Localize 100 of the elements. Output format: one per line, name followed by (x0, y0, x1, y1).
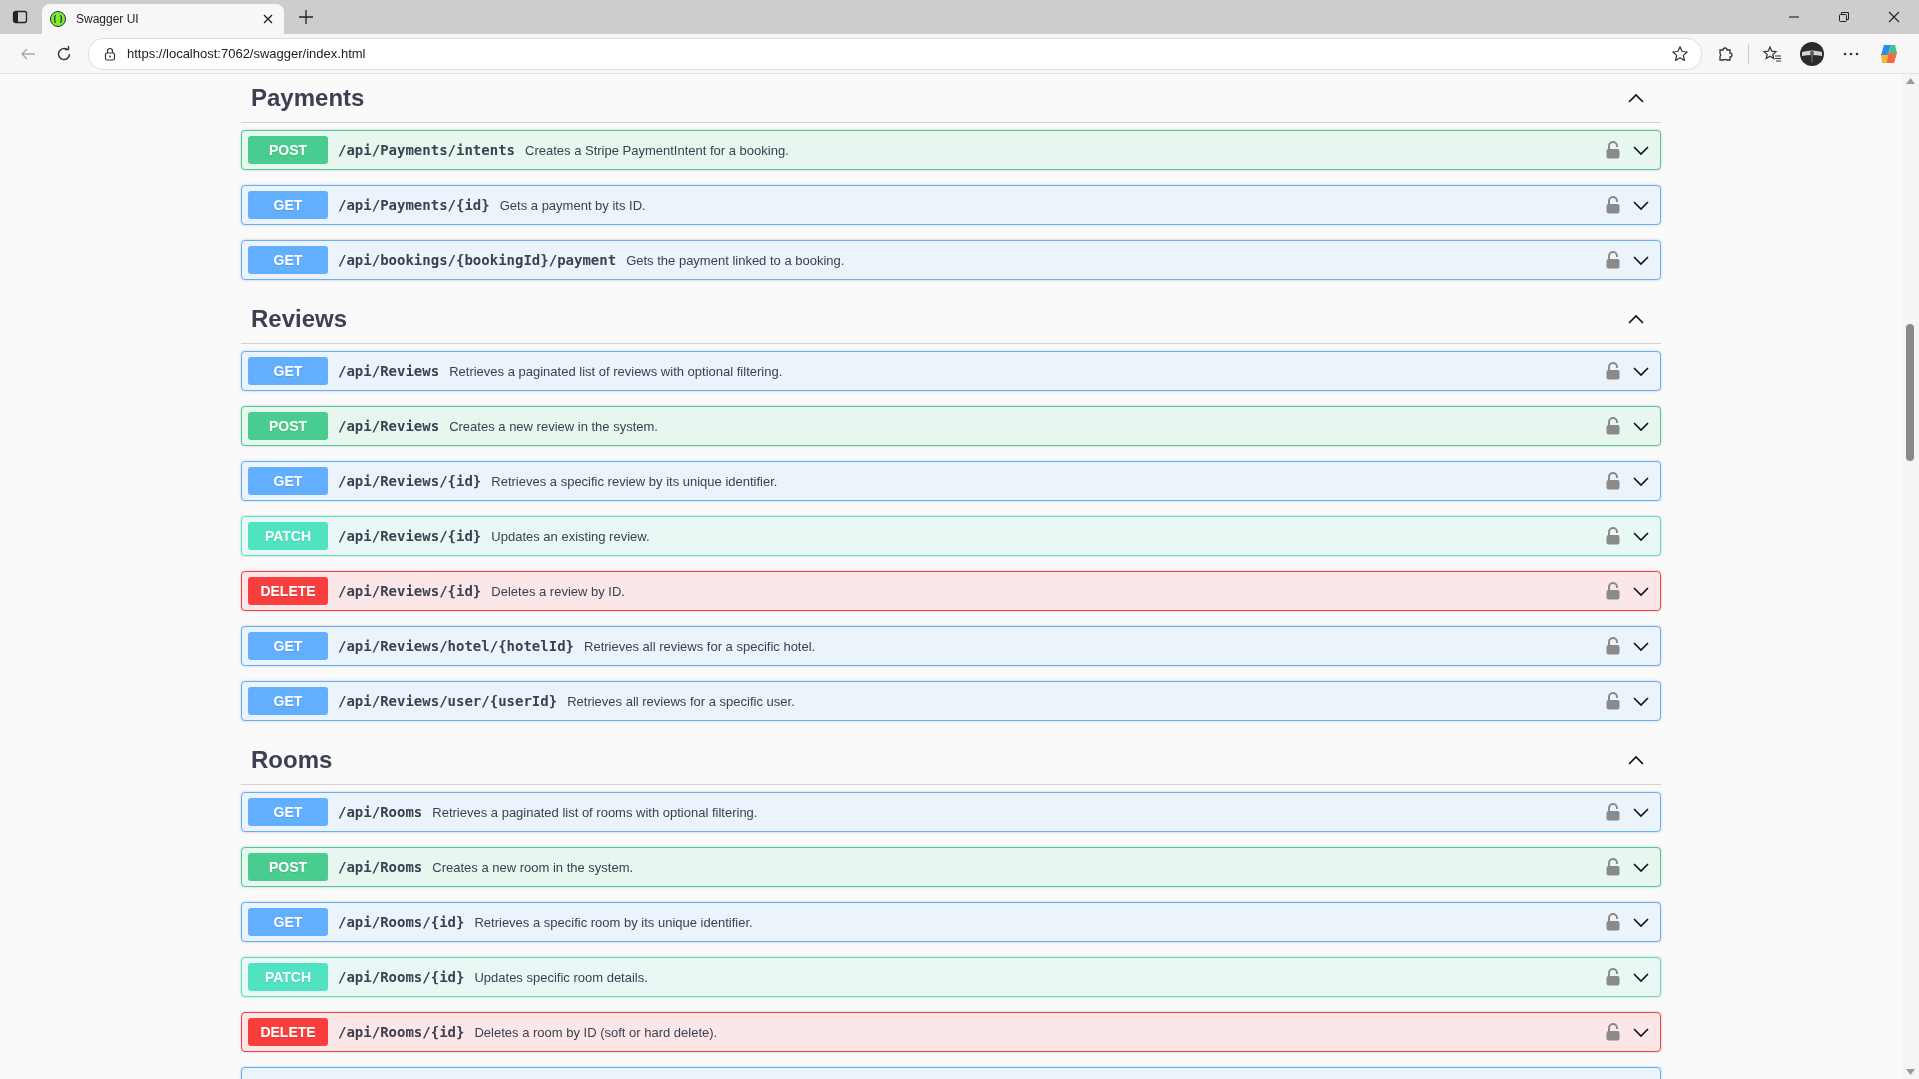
chevron-icon (1632, 530, 1650, 542)
endpoint-path: /api/Reviews/hotel/{hotelId} (338, 638, 574, 654)
padlock-icon[interactable] (1606, 803, 1620, 821)
padlock-icon[interactable] (1606, 196, 1620, 214)
chevron-icon (1632, 806, 1650, 818)
padlock-icon[interactable] (1606, 417, 1620, 435)
scroll-down-icon[interactable] (1906, 1069, 1915, 1075)
method-badge: GET (248, 798, 328, 826)
section-header[interactable]: Reviews (241, 295, 1661, 344)
chevron-icon (1632, 916, 1650, 928)
chevron-icon (1632, 971, 1650, 983)
method-badge: GET (248, 191, 328, 219)
section-header[interactable]: Payments (241, 74, 1661, 123)
padlock-icon[interactable] (1606, 141, 1620, 159)
endpoint-path: /api/Rooms (338, 859, 423, 875)
endpoint-row[interactable]: GET /api/Reviews/user/{userId} Retrieves all reviews for a specific user. (241, 681, 1661, 721)
endpoint-row[interactable]: DELETE /api/Rooms/{id} Deletes a room by ID (soft or hard delete). (241, 1012, 1661, 1052)
padlock-icon[interactable] (1606, 1023, 1620, 1041)
padlock-icon[interactable] (1606, 968, 1620, 986)
scroll-up-icon[interactable] (1906, 78, 1915, 84)
method-badge: GET (248, 687, 328, 715)
chevron-icon (1632, 1026, 1650, 1038)
endpoint-summary: Retrieves all reviews for a specific user. (567, 693, 795, 709)
endpoint-path: /api/Reviews/{id} (338, 528, 482, 544)
endpoint-row[interactable]: PATCH /api/Rooms/{id} Updates specific room details. (241, 957, 1661, 997)
endpoint-path: /api/Reviews/user/{userId} (338, 693, 558, 709)
endpoint-row[interactable]: GET /api/bookings/{bookingId}/payment Gets the payment linked to a booking. (241, 240, 1661, 280)
endpoint-summary: Creates a new review in the system. (449, 418, 658, 434)
padlock-icon[interactable] (1606, 251, 1620, 269)
padlock-icon[interactable] (1606, 858, 1620, 876)
endpoint-row[interactable]: GET /api/Rooms/{id} Retrieves a specific room by its unique identifier. (241, 902, 1661, 942)
endpoint-row[interactable]: POST /api/Payments/intents Creates a Stripe PaymentIntent for a booking. (241, 130, 1661, 170)
endpoint-path: /api/Payments/intents (338, 142, 515, 158)
endpoint-path: /api/Reviews/{id} (338, 473, 482, 489)
favorite-star-icon[interactable] (1671, 44, 1689, 63)
browser-tab[interactable]: Swagger UI (42, 4, 284, 34)
method-badge: GET (248, 467, 328, 495)
address-field[interactable]: https://localhost:7062/swagger/index.html (88, 37, 1702, 70)
chevron-icon (1632, 861, 1650, 873)
chevron-icon (1632, 475, 1650, 487)
endpoint-summary: Updates specific room details. (474, 969, 648, 985)
profile-avatar-icon[interactable] (1800, 41, 1824, 66)
endpoint-summary: Creates a new room in the system. (432, 859, 634, 875)
endpoint-row[interactable]: GET /api/Reviews/hotel/{hotelId} Retrieves all reviews for a specific hotel. (241, 626, 1661, 666)
padlock-icon[interactable] (1606, 637, 1620, 655)
chevron-icon (1627, 92, 1645, 104)
close-icon[interactable] (262, 13, 274, 25)
endpoint-summary: Gets a payment by its ID. (499, 197, 646, 213)
section-header[interactable]: Rooms (241, 736, 1661, 785)
lock-icon (103, 46, 117, 61)
endpoint-summary: Updates an existing review. (491, 528, 650, 544)
method-badge: POST (248, 853, 328, 881)
swagger-logo-icon (50, 11, 66, 27)
chevron-icon (1632, 420, 1650, 432)
method-badge: GET (248, 908, 328, 936)
endpoint-summary: Deletes a review by ID. (491, 583, 625, 599)
endpoint-row[interactable]: POST /api/Rooms Creates a new room in the system. (241, 847, 1661, 887)
padlock-icon[interactable] (1606, 472, 1620, 490)
scrollbar[interactable] (1902, 74, 1919, 1079)
endpoint-row[interactable]: GET /api/Reviews/{id} Retrieves a specific review by its unique identifier. (241, 461, 1661, 501)
method-badge: POST (248, 136, 328, 164)
restore-icon[interactable] (1838, 11, 1850, 23)
method-badge: POST (248, 412, 328, 440)
endpoint-row[interactable]: GET /api/Rooms Retrieves a paginated list of rooms with optional filtering. (241, 792, 1661, 832)
chevron-icon (1632, 695, 1650, 707)
refresh-icon[interactable] (55, 44, 73, 63)
endpoint-summary: Retrieves a paginated list of reviews with optional filtering. (449, 363, 783, 379)
padlock-icon[interactable] (1606, 362, 1620, 380)
puzzle-icon[interactable] (1717, 44, 1735, 63)
colorful-assistant-icon[interactable] (1878, 42, 1900, 65)
endpoint-row[interactable]: GET /api/Payments/{id} Gets a payment by its ID. (241, 185, 1661, 225)
padlock-icon[interactable] (1606, 582, 1620, 600)
tab-actions-icon[interactable] (12, 9, 28, 25)
endpoint-summary: Gets the payment linked to a booking. (626, 252, 845, 268)
endpoint-path: /api/Rooms/{id} (338, 914, 465, 930)
endpoint-path: /api/Reviews/{id} (338, 583, 482, 599)
endpoint-path: /api/Reviews (338, 418, 440, 434)
endpoint-path: /api/Rooms (338, 804, 423, 820)
padlock-icon[interactable] (1606, 692, 1620, 710)
scrollbar-thumb[interactable] (1906, 324, 1914, 461)
close-window-icon[interactable] (1888, 11, 1900, 23)
endpoint-row[interactable]: DELETE /api/Reviews/{id} Deletes a review by ID. (241, 571, 1661, 611)
endpoint-row[interactable]: PATCH /api/Reviews/{id} Updates an existing review. (241, 516, 1661, 556)
favorites-icon[interactable] (1762, 44, 1782, 63)
endpoint-row[interactable]: POST /api/Reviews Creates a new review in the system. (241, 406, 1661, 446)
method-badge: GET (248, 632, 328, 660)
chevron-icon (1632, 365, 1650, 377)
endpoint-row[interactable]: GET /api/Reviews Retrieves a paginated list of reviews with optional filtering. (241, 351, 1661, 391)
endpoint-summary: Creates a Stripe PaymentIntent for a booking. (525, 142, 789, 158)
endpoint-summary: Retrieves a paginated list of rooms with optional filtering. (432, 804, 758, 820)
padlock-icon[interactable] (1606, 527, 1620, 545)
padlock-icon[interactable] (1606, 913, 1620, 931)
endpoint-path: /api/Reviews (338, 363, 440, 379)
method-badge: PATCH (248, 522, 328, 550)
chevron-icon (1632, 199, 1650, 211)
new-tab-icon[interactable] (298, 9, 314, 25)
chevron-icon (1632, 254, 1650, 266)
method-badge: DELETE (248, 1018, 328, 1046)
chevron-icon (1632, 144, 1650, 156)
method-badge: DELETE (248, 577, 328, 605)
